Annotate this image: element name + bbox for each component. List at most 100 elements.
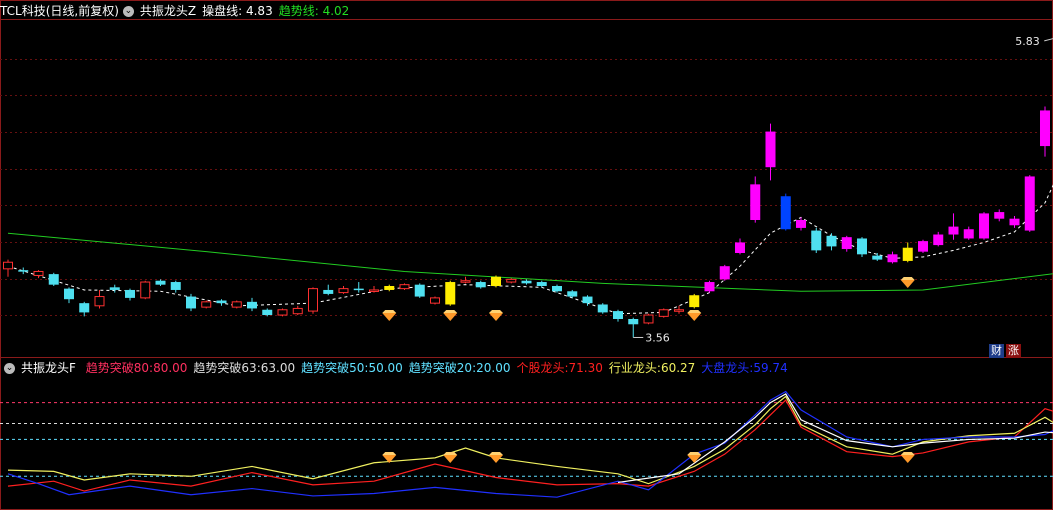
sub-indicator-name[interactable]: 共振龙头F — [21, 361, 76, 375]
candle-body — [125, 289, 135, 298]
sub-signal-diamond — [900, 452, 915, 455]
signal-diamond — [382, 310, 397, 313]
candle-body — [826, 235, 837, 247]
candle-body — [33, 270, 44, 276]
candle-body — [292, 307, 303, 315]
settings-icon[interactable]: ⌄ — [4, 363, 15, 374]
candle-body — [262, 309, 273, 316]
finance-tag[interactable]: 财 — [989, 344, 1004, 358]
candle-body — [460, 280, 471, 283]
candle-body — [689, 295, 700, 308]
candle-body — [597, 304, 608, 313]
candle-body — [628, 319, 639, 325]
sub-item-value-3: 20.00 — [476, 361, 511, 375]
candle-body — [48, 274, 59, 285]
candle-body — [399, 284, 410, 290]
signal-diamond — [489, 313, 503, 321]
candle-body — [94, 296, 105, 307]
candle-body — [3, 261, 13, 270]
candle-body — [948, 226, 959, 235]
candle-body — [994, 212, 1005, 219]
high-price-label: 5.83 — [1015, 35, 1040, 48]
candle-body — [567, 291, 578, 297]
sub-series-line-1 — [7, 395, 1053, 485]
sub-signal-diamond — [443, 452, 458, 455]
candle-body — [1009, 218, 1020, 226]
candle-body — [750, 184, 761, 220]
sub-item-5: 行业龙头: — [608, 361, 661, 375]
signal-diamond — [900, 280, 915, 288]
low-price-label: 3.56 — [645, 331, 670, 344]
settings-icon[interactable]: ⌄ — [122, 6, 134, 17]
signal-diamond — [687, 310, 702, 313]
candle-body — [780, 196, 791, 230]
candle-body — [216, 300, 227, 304]
candle-body — [658, 309, 669, 317]
candle-body — [582, 296, 593, 304]
sub-item-6: 大盘龙头: — [701, 361, 754, 375]
candle-body — [445, 282, 456, 305]
main-header: TCL科技(日线,前复权) ⌄ 共振龙头Z 操盘线: 4.83 趋势线: 4.02 — [0, 2, 355, 20]
candle-body — [18, 270, 29, 272]
op-line-value: 4.83 — [245, 4, 273, 18]
candle-body — [277, 309, 288, 316]
candle-body — [247, 301, 257, 309]
candle-body — [475, 282, 486, 288]
candle-body — [64, 288, 74, 300]
op-line-label: 操盘线: — [202, 4, 243, 18]
sub-signal-diamond — [687, 455, 702, 463]
sub-item-value-0: 80.00 — [153, 361, 188, 375]
candle-body — [140, 281, 151, 299]
candle-body — [109, 287, 120, 290]
candle-body — [963, 229, 974, 239]
candle-body — [857, 238, 867, 255]
candle-body — [765, 131, 776, 168]
candle-body — [155, 280, 166, 285]
signal-diamond — [443, 313, 458, 321]
candle-body — [841, 237, 852, 250]
stock-name[interactable]: TCL科技(日线,前复权) — [0, 4, 119, 18]
sub-item-value-2: 50.00 — [368, 361, 403, 375]
candle-body — [384, 286, 395, 290]
sub-item-value-1: 63.00 — [260, 361, 296, 375]
candle-body — [323, 289, 334, 294]
candle-body — [201, 301, 212, 308]
sub-signal-diamond — [443, 455, 458, 463]
rise-tag[interactable]: 涨 — [1006, 344, 1021, 358]
signal-diamond — [900, 277, 915, 280]
stock-chart: 5.83 3.56 — [0, 0, 1053, 510]
candle-body — [902, 247, 913, 261]
sub-item-1: 趋势突破63: — [193, 361, 261, 375]
candle-body — [811, 230, 822, 251]
candle-body — [231, 301, 242, 308]
candle-body — [430, 297, 440, 304]
candle-body — [719, 266, 730, 280]
candle-body — [308, 288, 318, 312]
sub-item-value-5: 60.27 — [660, 361, 696, 375]
sub-item-4: 个股龙头: — [516, 361, 569, 375]
candle-body — [735, 242, 745, 253]
sub-signal-diamond — [382, 452, 397, 455]
trend-line-value: 4.02 — [322, 4, 350, 18]
trend-line-label: 趋势线: — [278, 4, 319, 18]
candle-body — [186, 296, 196, 309]
candle-body — [918, 241, 928, 252]
candle-body — [1024, 176, 1035, 231]
op-line — [7, 184, 1053, 315]
candle-body — [506, 278, 517, 283]
sub-header: ⌄ 共振龙头F 趋势突破80:80.00 趋势突破63:63.00 趋势突破50:50… — [0, 359, 794, 377]
candle-body — [338, 288, 349, 294]
main-indicator-name[interactable]: 共振龙头Z — [140, 4, 196, 18]
candle-body — [933, 234, 944, 246]
signal-diamond — [687, 313, 702, 321]
candle-body — [643, 314, 654, 324]
sub-item-value-6: 59.74 — [753, 361, 788, 375]
candle-body — [613, 311, 623, 319]
candle-body — [536, 282, 547, 286]
annotation-leader — [1044, 38, 1053, 42]
candle-body — [796, 220, 806, 228]
signal-diamond — [443, 310, 458, 313]
sub-item-2: 趋势突破50: — [301, 361, 369, 375]
sub-signal-diamond — [900, 455, 915, 463]
sub-item-3: 趋势突破20: — [408, 361, 477, 375]
